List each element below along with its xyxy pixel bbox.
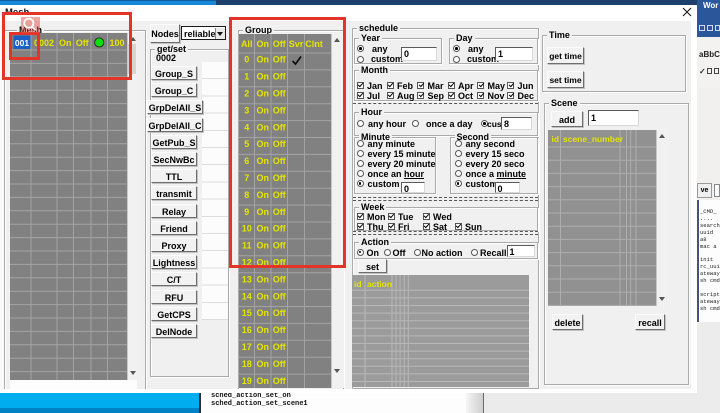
svg-text:Clnt: Clnt [305,39,323,49]
svg-text:5: 5 [244,139,249,149]
svg-text:9: 9 [244,206,249,216]
svg-text:On: On [256,223,269,233]
svg-text:Off: Off [272,274,286,284]
svg-text:On: On [59,38,72,48]
svg-text:Off: Off [272,257,286,267]
svg-text:Off: Off [76,38,90,48]
svg-text:On: On [256,122,269,132]
svg-text:0002: 0002 [34,38,54,48]
svg-text:Off: Off [272,291,286,301]
svg-text:2: 2 [244,88,249,98]
svg-text:On: On [256,88,269,98]
svg-text:0: 0 [244,54,249,64]
svg-text:action: action [367,279,392,289]
svg-text:Off: Off [272,105,286,115]
svg-text:Off: Off [272,39,286,49]
svg-text:11: 11 [241,240,251,250]
svg-text:4: 4 [244,122,249,132]
svg-text:On: On [256,291,269,301]
svg-text:On: On [256,325,269,335]
svg-text:17: 17 [241,342,251,352]
svg-text:On: On [256,308,269,318]
svg-text:14: 14 [241,291,251,301]
svg-text:13: 13 [241,274,251,284]
svg-text:On: On [256,257,269,267]
svg-text:6: 6 [244,156,249,166]
svg-text:On: On [256,39,269,49]
svg-text:On: On [256,342,269,352]
svg-text:100: 100 [109,38,124,48]
svg-text:On: On [256,358,269,368]
svg-text:On: On [256,71,269,81]
svg-text:id: id [354,279,362,289]
svg-text:Off: Off [272,358,286,368]
svg-text:16: 16 [241,325,251,335]
svg-text:7: 7 [244,173,249,183]
svg-text:Off: Off [272,240,286,250]
svg-text:Off: Off [272,223,286,233]
svg-text:10: 10 [241,223,251,233]
svg-text:On: On [256,139,269,149]
svg-text:Off: Off [272,325,286,335]
svg-text:Off: Off [272,206,286,216]
svg-text:19: 19 [241,375,251,385]
svg-text:Off: Off [272,173,286,183]
svg-text:scene_number: scene_number [563,134,624,144]
svg-text:On: On [256,156,269,166]
svg-text:On: On [256,274,269,284]
svg-text:Off: Off [272,189,286,199]
svg-text:18: 18 [241,358,251,368]
svg-text:Off: Off [272,342,286,352]
svg-text:On: On [256,54,269,64]
svg-text:1: 1 [244,71,249,81]
svg-text:15: 15 [241,308,251,318]
svg-text:Off: Off [272,88,286,98]
svg-text:On: On [256,105,269,115]
svg-text:Svr: Svr [288,39,303,49]
svg-text:On: On [256,240,269,250]
svg-text:Off: Off [272,139,286,149]
svg-text:On: On [256,206,269,216]
svg-text:001: 001 [15,38,29,48]
svg-text:8: 8 [244,189,249,199]
svg-text:Off: Off [272,122,286,132]
svg-text:On: On [256,375,269,385]
svg-text:Off: Off [272,308,286,318]
svg-text:Off: Off [272,54,286,64]
svg-text:All: All [240,39,252,49]
svg-text:Off: Off [272,156,286,166]
svg-text:Off: Off [272,375,286,385]
svg-text:Off: Off [272,71,286,81]
svg-text:id: id [552,134,560,144]
svg-text:12: 12 [241,257,251,267]
svg-text:On: On [256,173,269,183]
svg-text:3: 3 [244,105,249,115]
svg-text:On: On [256,189,269,199]
